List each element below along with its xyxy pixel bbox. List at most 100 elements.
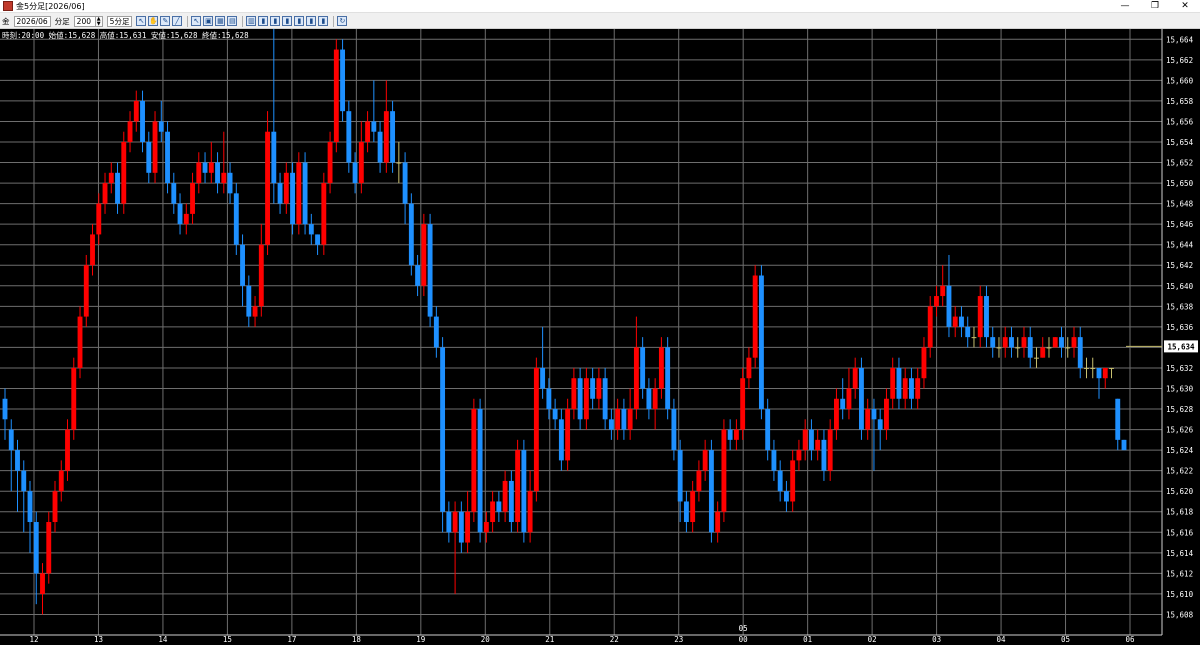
candle-body bbox=[521, 450, 527, 533]
candle-body bbox=[208, 162, 214, 173]
trend-icon[interactable]: ▮ bbox=[294, 16, 305, 26]
candle-body bbox=[752, 275, 758, 358]
candle-body bbox=[102, 183, 108, 204]
candle-body bbox=[708, 450, 714, 533]
candle-body bbox=[271, 131, 277, 184]
candle-body bbox=[252, 306, 258, 317]
candle-body bbox=[683, 501, 689, 523]
candle-body bbox=[1096, 367, 1102, 379]
candle-body bbox=[177, 203, 183, 225]
candle-body bbox=[202, 162, 208, 173]
candle-body bbox=[115, 172, 120, 204]
date-tick-label: 17 bbox=[287, 635, 296, 644]
date-tick-label: 22 bbox=[610, 635, 619, 644]
candle-body bbox=[165, 131, 170, 184]
candle-body bbox=[640, 347, 646, 389]
date-tick-label: 03 bbox=[932, 635, 941, 644]
candle-body bbox=[896, 367, 902, 399]
bar-count-stepper[interactable]: ▲ ▼ bbox=[95, 15, 103, 27]
select-icon[interactable]: ↖ bbox=[191, 16, 202, 26]
grid-icon[interactable]: ▦ bbox=[215, 16, 226, 26]
candle-body bbox=[183, 213, 189, 225]
candle-body bbox=[133, 100, 139, 122]
date-tick-label: 06 bbox=[1125, 635, 1135, 644]
contract-select[interactable]: 2026/06 bbox=[13, 15, 51, 27]
bar-chart-icon[interactable]: ▮ bbox=[258, 16, 269, 26]
candle-body bbox=[365, 121, 371, 142]
price-tick-label: 15,650 bbox=[1166, 179, 1194, 188]
candle-body bbox=[833, 398, 839, 430]
candle-body bbox=[471, 409, 477, 512]
price-tick-label: 15,618 bbox=[1166, 508, 1194, 517]
candlestick-chart[interactable]: 15,608 15,610 15,612 15,614 15,616 15,618 15,6… bbox=[0, 29, 1200, 645]
candle-body bbox=[790, 460, 796, 502]
candle-body bbox=[496, 501, 502, 512]
candle-body bbox=[621, 409, 627, 430]
candle-body bbox=[1121, 439, 1127, 451]
candle-body bbox=[946, 285, 952, 327]
candle-body bbox=[915, 378, 921, 399]
candle-body bbox=[433, 316, 439, 348]
date-tick-label: 21 bbox=[545, 635, 554, 644]
toolbar-separator bbox=[242, 15, 244, 27]
candle-body bbox=[771, 450, 777, 471]
minimize-button[interactable]: — bbox=[1110, 0, 1140, 13]
candle-body bbox=[1090, 367, 1096, 369]
candle-body bbox=[1084, 367, 1089, 369]
candle-body bbox=[46, 522, 52, 574]
candle-body bbox=[402, 162, 408, 204]
candle-body bbox=[633, 347, 639, 410]
price-tick-label: 15,630 bbox=[1166, 384, 1194, 393]
hand-icon[interactable]: ✋ bbox=[148, 16, 159, 26]
volume-icon[interactable]: ▮ bbox=[270, 16, 281, 26]
oscillator-icon[interactable]: ▮ bbox=[282, 16, 293, 26]
candle-body bbox=[1065, 347, 1071, 349]
restore-button[interactable]: ❐ bbox=[1140, 0, 1170, 13]
zoom-icon[interactable]: ▣ bbox=[203, 16, 214, 26]
interval-select[interactable]: 5分足 bbox=[106, 15, 133, 27]
bar-count-input[interactable]: 200 bbox=[73, 15, 96, 27]
candle-body bbox=[859, 367, 864, 430]
candle-body bbox=[2, 398, 8, 420]
candle-body bbox=[1021, 337, 1027, 348]
candle-body bbox=[552, 409, 558, 420]
candle-body bbox=[665, 347, 671, 410]
close-button[interactable]: ✕ bbox=[1170, 0, 1200, 13]
candle-body bbox=[758, 275, 764, 410]
candle-body bbox=[971, 337, 977, 339]
candle-body bbox=[577, 378, 583, 420]
ohlc-info: 時刻:20:00 始値:15,628 高値:15,631 安値:15,628 終… bbox=[2, 31, 249, 40]
table-icon[interactable]: ▤ bbox=[227, 16, 238, 26]
candle-body bbox=[765, 409, 771, 451]
candle-body bbox=[240, 244, 245, 286]
compare-icon[interactable]: ▮ bbox=[318, 16, 329, 26]
refresh-icon[interactable]: ↻ bbox=[337, 16, 348, 26]
candle-body bbox=[671, 409, 677, 451]
candle-body bbox=[1071, 337, 1077, 348]
cursor-icon[interactable]: ↖ bbox=[136, 16, 147, 26]
candle-body bbox=[383, 111, 389, 163]
candle-body bbox=[927, 306, 933, 348]
chart-plot[interactable]: 15,608 15,610 15,612 15,614 15,616 15,618 15,6… bbox=[0, 29, 1200, 645]
candle-body bbox=[83, 265, 89, 317]
histogram-icon[interactable]: ▮ bbox=[306, 16, 317, 26]
candle-body bbox=[696, 470, 702, 492]
indicator-icon[interactable]: ▥ bbox=[246, 16, 257, 26]
price-tick-label: 15,640 bbox=[1166, 282, 1194, 291]
price-tick-label: 15,664 bbox=[1166, 35, 1194, 44]
candle-body bbox=[1034, 357, 1039, 359]
candle-body bbox=[871, 409, 877, 420]
title-bar: 金5分足[2026/06] — ❐ ✕ bbox=[0, 0, 1200, 13]
candle-body bbox=[1015, 347, 1021, 349]
pencil-icon[interactable]: ✎ bbox=[160, 16, 171, 26]
candle-body bbox=[1115, 398, 1121, 440]
candle-body bbox=[596, 378, 602, 399]
price-tick-label: 15,626 bbox=[1166, 426, 1194, 435]
candle-body bbox=[1059, 337, 1064, 348]
candle-body bbox=[952, 316, 958, 327]
line-draw-icon[interactable]: ╱ bbox=[172, 16, 183, 26]
candle-body bbox=[446, 511, 452, 533]
candle-body bbox=[721, 429, 727, 512]
date-tick-label: 20 bbox=[481, 635, 491, 644]
candle-body bbox=[227, 172, 233, 194]
